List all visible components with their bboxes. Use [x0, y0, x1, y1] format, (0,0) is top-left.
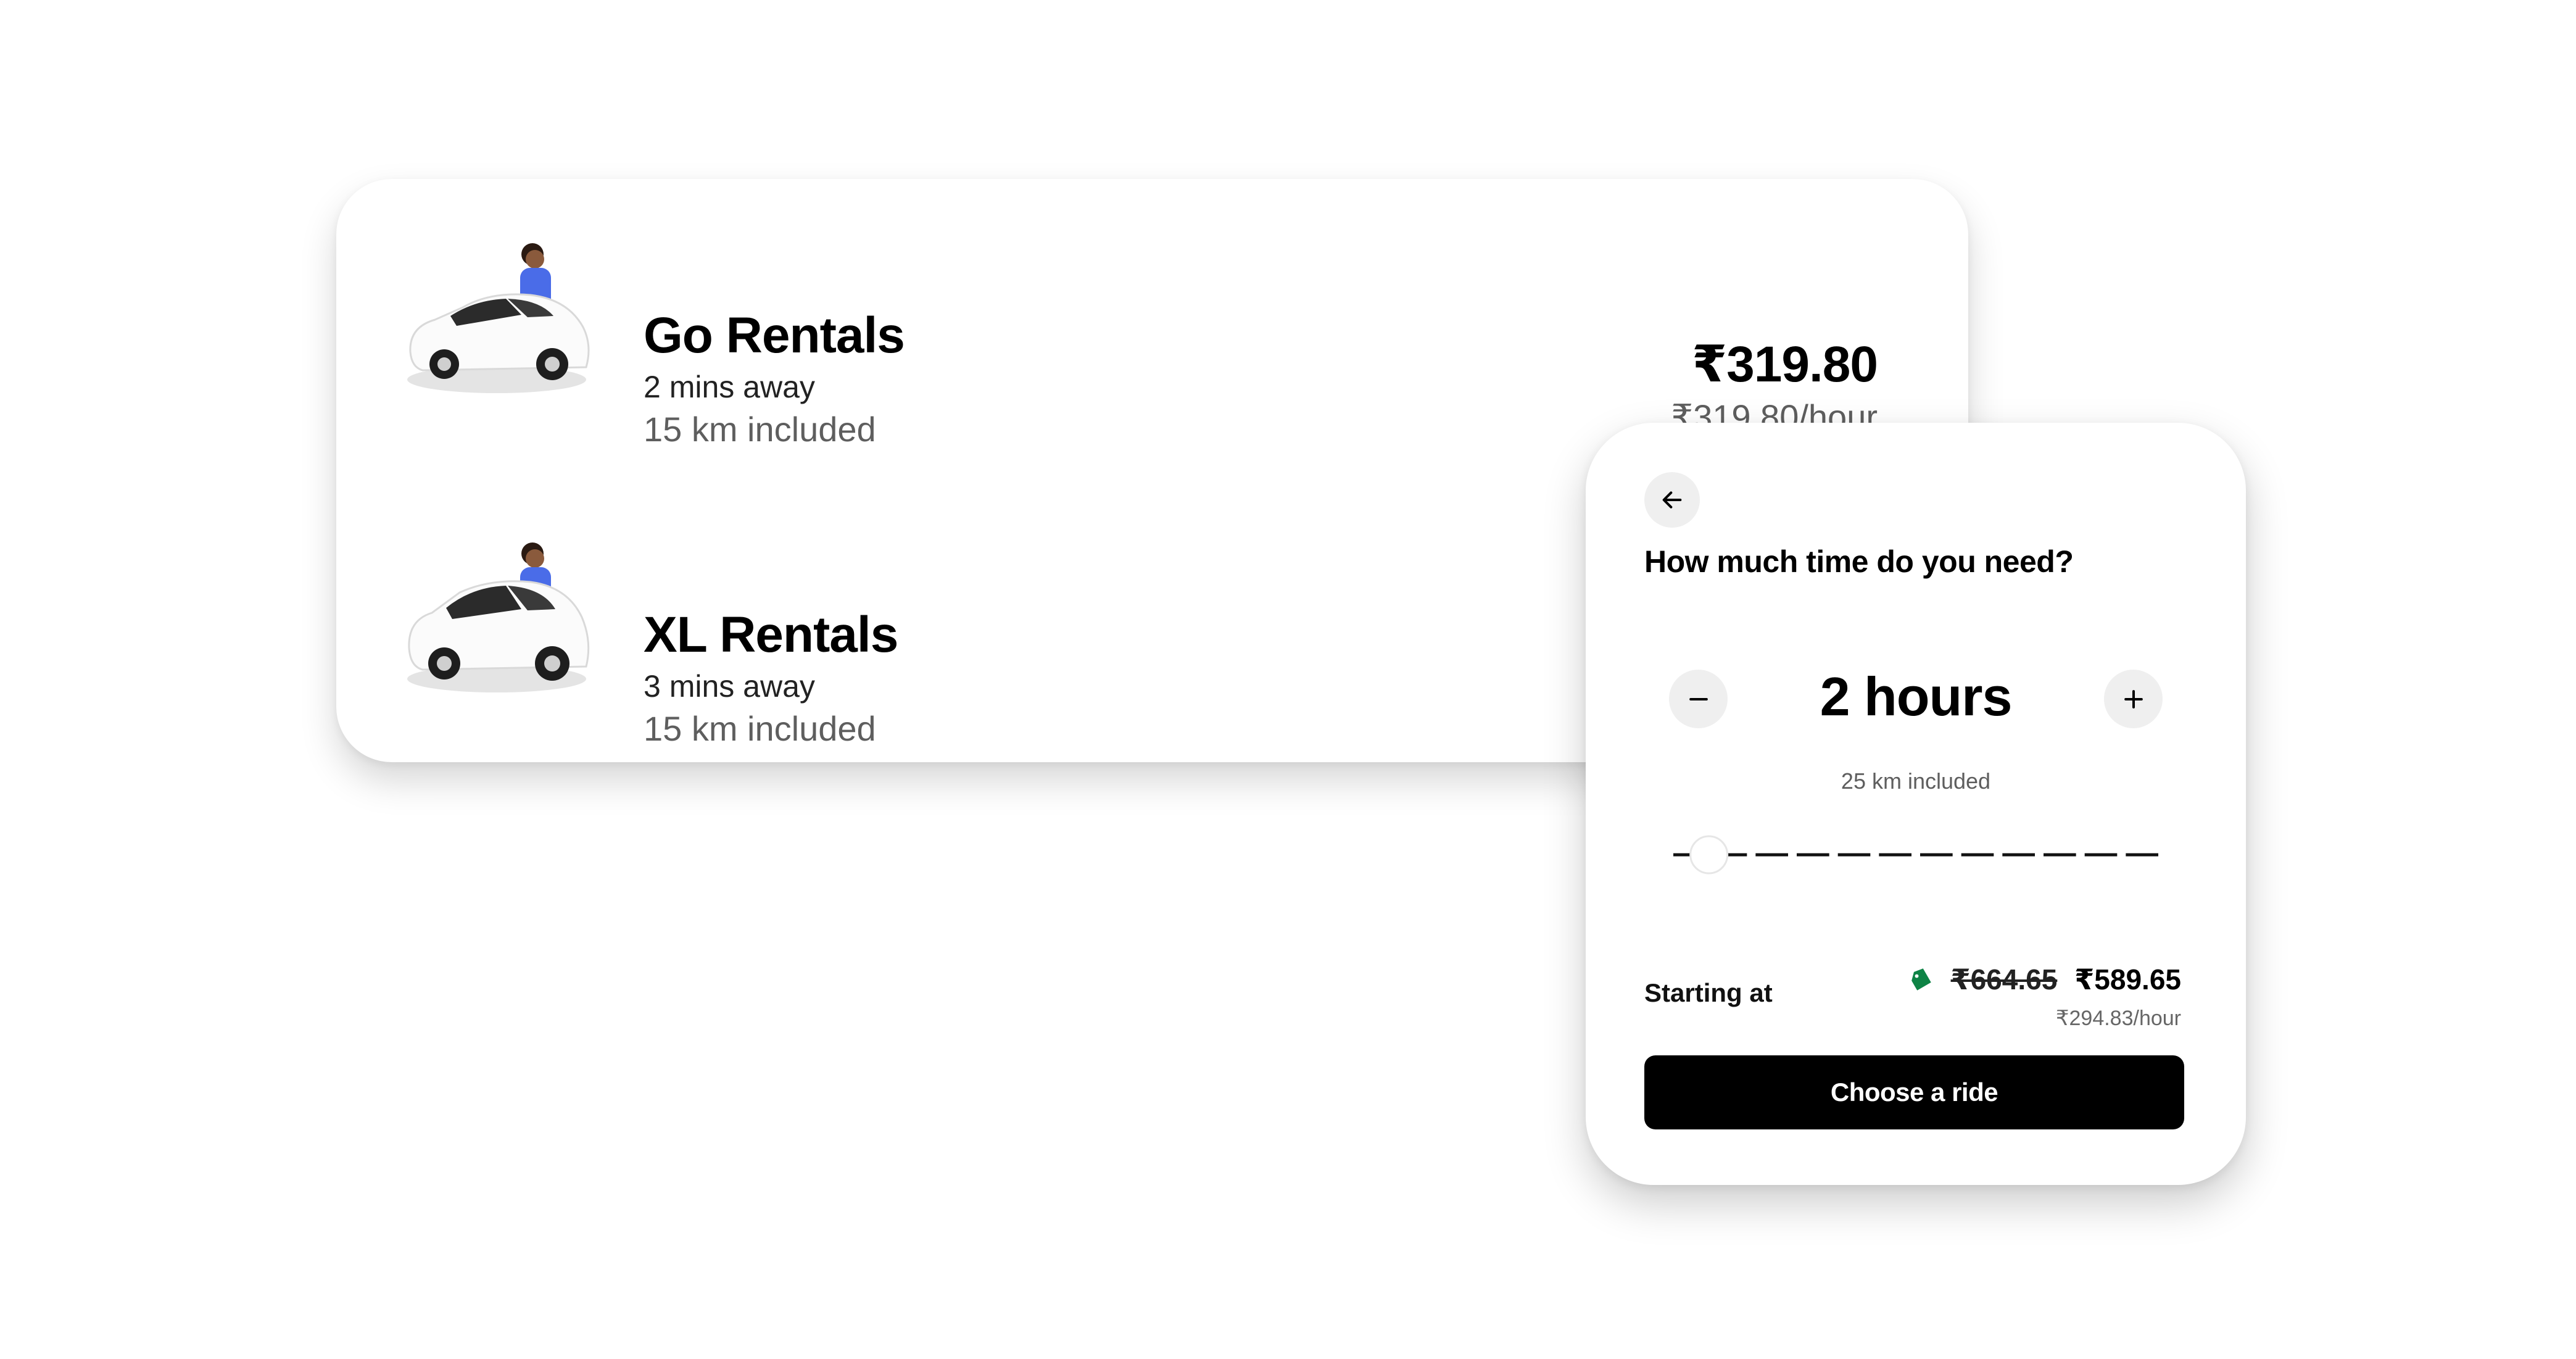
- original-price: ₹664.65: [1950, 963, 2058, 995]
- starting-at-label: Starting at: [1644, 978, 1773, 1007]
- duration-question: How much time do you need?: [1644, 544, 2074, 579]
- ride-km-included: 15 km included: [644, 410, 876, 449]
- ride-name: Go Rentals: [644, 307, 905, 364]
- arrow-left-icon: [1662, 491, 1682, 509]
- ride-eta: 3 mins away: [644, 669, 815, 704]
- km-included-label: 25 km included: [1841, 768, 1991, 794]
- rental-time-card: How much time do you need? 2 hours 25 km…: [1586, 423, 2246, 1185]
- discounted-price: ₹589.65: [2074, 963, 2181, 995]
- price-tag-icon: [1911, 968, 1931, 991]
- ride-price: ₹319.80: [1692, 336, 1878, 393]
- price-block: ₹664.65 ₹589.65: [1907, 963, 2181, 996]
- hatchback-car-illustration: [407, 243, 590, 393]
- increase-hours-button[interactable]: [2104, 670, 2163, 728]
- back-button[interactable]: [1644, 472, 1700, 528]
- ride-name: XL Rentals: [644, 607, 898, 663]
- hourly-rate: ₹294.83/hour: [2055, 1007, 2181, 1030]
- choose-ride-button[interactable]: Choose a ride: [1644, 1055, 2184, 1129]
- hours-slider[interactable]: [1669, 833, 2163, 876]
- ride-eta: 2 mins away: [644, 370, 815, 404]
- ride-km-included: 15 km included: [644, 709, 876, 748]
- slider-handle[interactable]: [1689, 835, 1729, 875]
- ride-option-go-rentals[interactable]: Go Rentals 2 mins away 15 km included ₹3…: [336, 241, 1968, 447]
- suv-car-illustration: [407, 542, 590, 692]
- plus-icon: [2124, 689, 2143, 709]
